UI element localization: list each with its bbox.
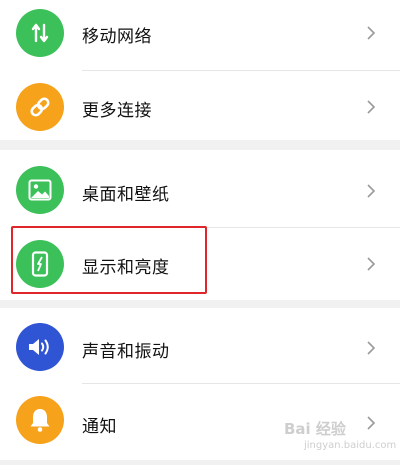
chevron-right-icon (367, 184, 376, 198)
chevron-right-icon (367, 257, 376, 271)
settings-group-network: 移动网络 更多连接 (0, 0, 400, 140)
watermark: Bai 经验 (284, 420, 346, 438)
highlight-box (11, 226, 207, 294)
settings-item-label: 更多连接 (82, 101, 152, 121)
wallpaper-icon (16, 166, 64, 214)
settings-item-more-connections[interactable]: 更多连接 (0, 68, 400, 146)
settings-item-label: 声音和振动 (82, 342, 170, 362)
watermark-url: jingyan.baidu.com (304, 440, 397, 451)
volume-icon (16, 323, 64, 371)
bell-icon (16, 396, 64, 444)
mobile-data-icon (16, 9, 64, 57)
chevron-right-icon (367, 416, 376, 430)
chevron-right-icon (367, 341, 376, 355)
settings-item-desktop-wallpaper[interactable]: 桌面和壁纸 (0, 152, 400, 230)
settings-item-label: 桌面和壁纸 (82, 185, 170, 205)
link-icon (16, 83, 64, 131)
chevron-right-icon (367, 100, 376, 114)
chevron-right-icon (367, 26, 376, 40)
settings-item-label: 移动网络 (82, 27, 152, 47)
settings-item-mobile-network[interactable]: 移动网络 (0, 0, 400, 72)
settings-item-sound-vibration[interactable]: 声音和振动 (0, 308, 400, 386)
settings-item-label: 通知 (82, 417, 117, 437)
